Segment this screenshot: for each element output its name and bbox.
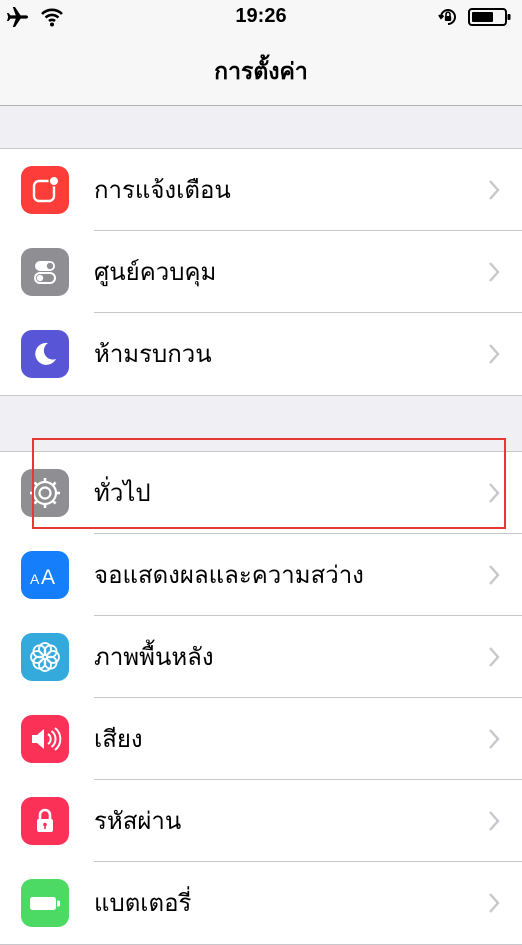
chevron-right-icon [489, 180, 500, 200]
settings-row-label: รหัสผ่าน [94, 807, 182, 835]
wallpaper-icon [21, 633, 69, 681]
orientation-lock-icon [438, 7, 458, 31]
chevron-right-icon [489, 483, 500, 503]
status-bar: 19:26 [0, 0, 522, 36]
chevron-right-icon [489, 729, 500, 749]
general-gear-icon [21, 469, 69, 517]
settings-row-wallpaper[interactable]: ภาพพื้นหลัง [0, 616, 522, 698]
settings-row-label: ทั่วไป [94, 479, 151, 507]
control-center-icon [21, 248, 69, 296]
settings-row-battery[interactable]: แบตเตอรี่ [0, 862, 522, 944]
settings-group-2: ทั่วไป A A จอแสดงผลและความสว่าง ภาพพื้นห… [0, 451, 522, 945]
settings-row-display-brightness[interactable]: A A จอแสดงผลและความสว่าง [0, 534, 522, 616]
chevron-right-icon [489, 811, 500, 831]
settings-row-sounds[interactable]: เสียง [0, 698, 522, 780]
svg-text:A: A [41, 566, 55, 589]
chevron-right-icon [489, 262, 500, 282]
settings-row-label: ห้ามรบกวน [94, 340, 212, 368]
settings-row-label: เสียง [94, 725, 143, 753]
chevron-right-icon [489, 647, 500, 667]
settings-row-passcode[interactable]: รหัสผ่าน [0, 780, 522, 862]
battery-icon [468, 7, 512, 31]
settings-row-label: ภาพพื้นหลัง [94, 643, 214, 671]
page-title: การตั้งค่า [214, 59, 308, 85]
passcode-lock-icon [21, 797, 69, 845]
notifications-icon [21, 166, 69, 214]
navigation-bar: การตั้งค่า [0, 36, 522, 106]
settings-row-label: แบตเตอรี่ [94, 889, 192, 917]
settings-row-label: ศูนย์ควบคุม [94, 258, 217, 286]
chevron-right-icon [489, 893, 500, 913]
settings-row-label: การแจ้งเตือน [94, 176, 231, 204]
status-right [438, 7, 512, 31]
battery-settings-icon [21, 879, 69, 927]
settings-row-label: จอแสดงผลและความสว่าง [94, 561, 364, 589]
settings-group-1: การแจ้งเตือน ศูนย์ควบคุม ห้ามรบกวน [0, 148, 522, 396]
chevron-right-icon [489, 344, 500, 364]
sounds-icon [21, 715, 69, 763]
chevron-right-icon [489, 565, 500, 585]
settings-row-notifications[interactable]: การแจ้งเตือน [0, 149, 522, 231]
do-not-disturb-icon [21, 330, 69, 378]
svg-text:A: A [30, 571, 40, 587]
settings-row-do-not-disturb[interactable]: ห้ามรบกวน [0, 313, 522, 395]
settings-row-general[interactable]: ทั่วไป [0, 452, 522, 534]
display-brightness-icon: A A [21, 551, 69, 599]
settings-row-control-center[interactable]: ศูนย์ควบคุม [0, 231, 522, 313]
